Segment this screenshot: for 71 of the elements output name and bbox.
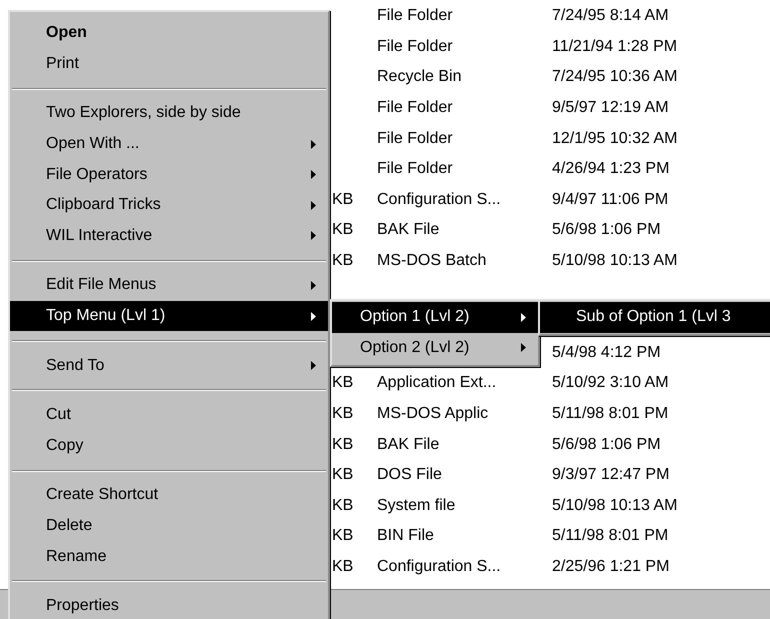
type-cell: Recycle Bin (377, 68, 462, 86)
size-cell: KB (332, 436, 354, 453)
menu-item[interactable]: WIL Interactive (10, 220, 328, 252)
submenu-arrow-icon (311, 361, 316, 370)
submenu-arrow-icon (311, 140, 316, 149)
date-cell: 7/24/95 8:14 AM (552, 7, 669, 24)
date-cell: 5/4/98 4:12 PM (552, 344, 661, 361)
type-cell: BAK File (377, 436, 440, 453)
size-cell: KB (332, 190, 354, 208)
type-cell: MS-DOS Applic (377, 405, 488, 422)
menu-item[interactable]: Two Explorers, side by side (10, 98, 328, 129)
date-cell: 9/3/97 12:47 PM (552, 466, 670, 484)
size-cell: KB (332, 527, 354, 544)
size-cell: KB (332, 405, 354, 422)
date-cell: 5/6/98 1:06 PM (552, 436, 661, 453)
date-cell: 5/10/92 3:10 AM (552, 374, 669, 392)
date-cell: 12/1/95 10:32 AM (552, 130, 678, 147)
submenu-arrow-icon (521, 343, 526, 352)
menu-item[interactable]: Option 2 (Lvl 2) (332, 332, 538, 364)
type-cell: Application Ext... (377, 374, 496, 392)
date-cell: 5/11/98 8:01 PM (552, 405, 668, 422)
menu-item[interactable]: Edit File Menus (10, 270, 328, 301)
type-cell: File Folder (377, 160, 453, 178)
menu-item[interactable]: File Operators (10, 159, 328, 190)
menu-item[interactable]: Copy (10, 430, 328, 462)
menu-item[interactable]: Clipboard Tricks (10, 190, 328, 221)
submenu-arrow-icon (311, 170, 316, 180)
type-cell: BIN File (377, 527, 434, 544)
type-cell: File Folder (377, 7, 453, 24)
type-cell: MS-DOS Batch (377, 252, 486, 270)
date-cell: 9/5/97 12:19 AM (552, 99, 669, 116)
size-cell: KB (332, 466, 354, 484)
date-cell: 4/26/94 1:23 PM (552, 160, 670, 178)
date-cell: 5/10/98 10:13 AM (552, 252, 678, 270)
size-cell: KB (332, 252, 354, 270)
submenu-arrow-icon (311, 312, 316, 321)
type-cell: DOS File (377, 466, 442, 484)
date-cell: 11/21/94 1:28 PM (552, 38, 678, 55)
menu-item[interactable]: Create Shortcut (10, 480, 328, 511)
menu-item[interactable]: Sub of Option 1 (Lvl 3 (540, 302, 770, 333)
submenu-arrow-icon (311, 280, 316, 290)
type-cell: Configuration S... (377, 558, 501, 575)
menu-item[interactable]: Option 1 (Lvl 2) (332, 302, 538, 333)
type-cell: BAK File (377, 221, 440, 238)
size-cell: KB (332, 221, 354, 238)
submenu-arrow-icon (311, 231, 316, 240)
type-cell: Configuration S... (377, 190, 501, 208)
menu-item[interactable]: Open (10, 18, 328, 49)
menu-item[interactable]: Cut (10, 400, 328, 431)
menu-item[interactable]: Properties (10, 590, 328, 619)
submenu-arrow-icon (521, 312, 526, 322)
date-cell: 5/10/98 10:13 AM (552, 496, 678, 514)
submenu-arrow-icon (311, 200, 316, 210)
menu-item[interactable]: Send To (10, 350, 328, 381)
menu-item[interactable]: Delete (10, 510, 328, 542)
date-cell: 5/11/98 8:01 PM (552, 527, 668, 544)
menu-item[interactable]: Open With ... (10, 128, 328, 160)
menu-item[interactable]: Print (10, 48, 328, 80)
menu-item[interactable]: Rename (10, 541, 328, 572)
size-cell: KB (332, 558, 354, 575)
type-cell: File Folder (377, 38, 453, 55)
menu-item[interactable]: Top Menu (Lvl 1) (10, 300, 328, 332)
date-cell: 5/6/98 1:06 PM (552, 221, 661, 238)
date-cell: 7/24/95 10:36 AM (552, 68, 678, 86)
type-cell: System file (377, 496, 456, 514)
type-cell: File Folder (377, 99, 453, 116)
type-cell: File Folder (377, 130, 453, 147)
date-cell: 9/4/97 11:06 PM (552, 190, 668, 208)
size-cell: KB (332, 374, 354, 392)
size-cell: KB (332, 496, 354, 514)
date-cell: 2/25/96 1:21 PM (552, 558, 670, 575)
